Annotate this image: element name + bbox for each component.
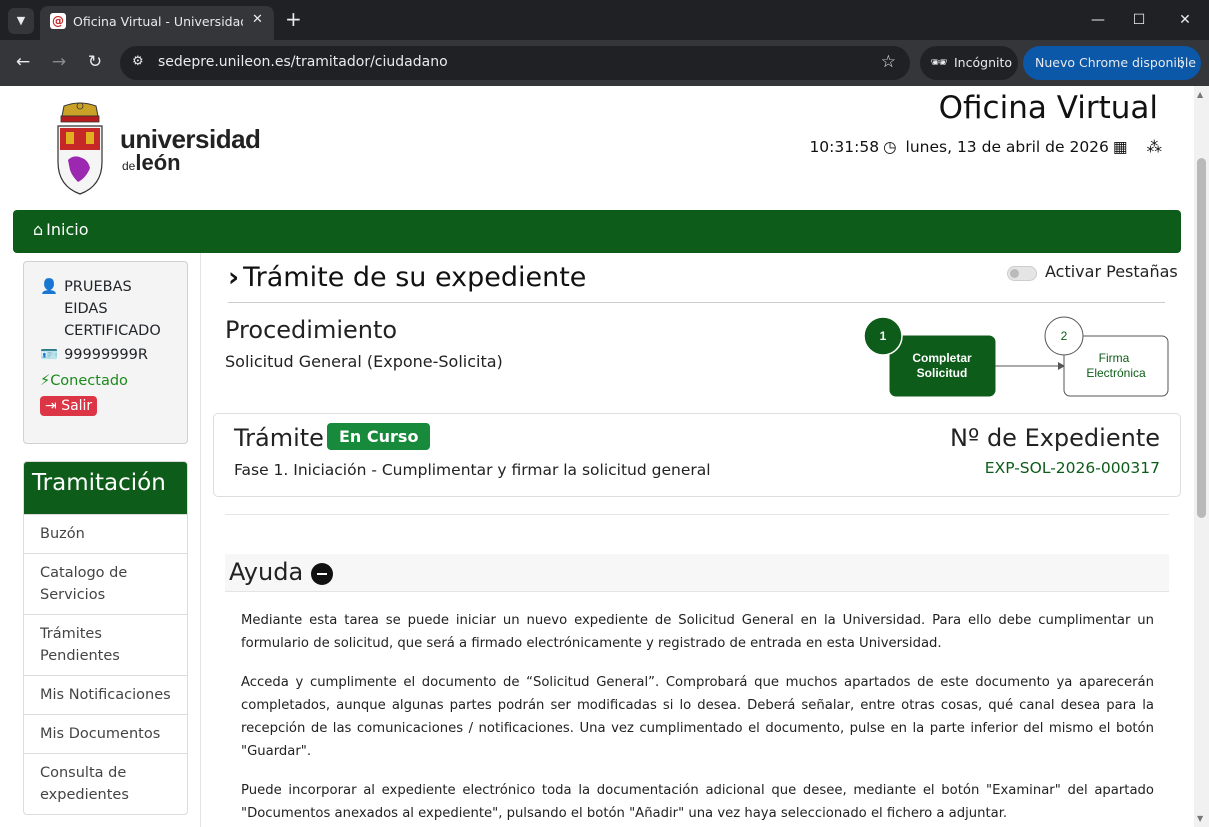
process-stepper: 1 Completar Solicitud 2 Firma Electrónic…	[863, 316, 1169, 397]
chrome-update-button[interactable]: Nuevo Chrome disponible ⋮	[1023, 46, 1201, 80]
title-divider	[228, 302, 1165, 303]
maximize-icon[interactable]: ☐	[1124, 8, 1154, 32]
nav-home-label: Inicio	[46, 220, 89, 239]
plug-icon: ⚡	[40, 373, 51, 389]
sidebar-item-consulta-expedientes[interactable]: Consulta de expedientes	[24, 753, 187, 814]
user-id-number: 99999999R	[64, 347, 148, 363]
site-favicon-icon: @	[50, 13, 66, 29]
help-header[interactable]: Ayuda	[225, 554, 1169, 592]
logout-icon: ⇥	[45, 398, 57, 414]
sitemap-icon[interactable]: ⁂	[1147, 138, 1163, 156]
status-badge: En Curso	[327, 423, 431, 450]
url-text[interactable]: sedepre.unileon.es/tramitador/ciudadano	[158, 54, 448, 70]
step-2-label-line2: Electrónica	[1086, 366, 1146, 380]
current-date: lunes, 13 de abril de 2026	[905, 138, 1109, 156]
sidebar-item-documentos[interactable]: Mis Documentos	[24, 714, 187, 753]
sidebar-item-buzon[interactable]: Buzón	[24, 514, 187, 553]
scroll-up-icon[interactable]: ▲	[1197, 90, 1203, 99]
site-settings-icon[interactable]: ⚙	[132, 54, 144, 69]
tramite-phase: Fase 1. Iniciación - Cumplimentar y firm…	[234, 461, 711, 479]
user-name: PRUEBAS EIDAS CERTIFICADO	[64, 279, 161, 339]
section-divider	[225, 514, 1169, 515]
page-scrollbar[interactable]: ▲ ▼	[1194, 86, 1209, 827]
content-divider	[200, 253, 201, 827]
minimize-icon[interactable]: —	[1083, 8, 1113, 32]
clock-time: 10:31:58	[809, 138, 880, 156]
procedure-label: Procedimiento	[225, 316, 398, 344]
calendar-icon: ▦	[1112, 138, 1128, 156]
expediente-number: EXP-SOL-2026-000317	[984, 459, 1160, 477]
browser-tabbar: ▼ @ Oficina Virtual - Universidad de Leó…	[0, 0, 1209, 40]
address-bar[interactable]: ⚙ sedepre.unileon.es/tramitador/ciudadan…	[120, 46, 910, 80]
back-arrow-icon[interactable]: ←	[12, 52, 34, 72]
logout-button[interactable]: ⇥ Salir	[40, 396, 98, 416]
help-paragraph: Puede incorporar al expediente electróni…	[241, 783, 1154, 821]
help-paragraph: Mediante esta tarea se puede iniciar un …	[241, 613, 1154, 651]
browser-tab[interactable]: @ Oficina Virtual - Universidad de León …	[40, 6, 274, 40]
sidebar-item-notificaciones[interactable]: Mis Notificaciones	[24, 675, 187, 714]
step-1-number: 1	[880, 329, 887, 343]
scroll-thumb[interactable]	[1197, 158, 1206, 518]
sidebar-item-catalogo[interactable]: Catalogo de Servicios	[24, 553, 187, 614]
tab-search-chevron-icon[interactable]: ▼	[8, 8, 34, 34]
tabs-toggle-label[interactable]: Activar Pestañas	[1045, 262, 1178, 281]
incognito-indicator[interactable]: 🕶 Incógnito	[920, 46, 1018, 80]
logo-text-leon: deleón	[122, 150, 181, 175]
web-page: universidad deleón Oficina Virtual 10:31…	[0, 86, 1194, 827]
tabs-toggle-switch[interactable]	[1007, 266, 1037, 281]
step-1-label-line1: Completar	[912, 351, 972, 365]
sidebar-item-tramites-pendientes[interactable]: Trámites Pendientes	[24, 614, 187, 675]
main-navbar: ⌂ Inicio	[13, 210, 1181, 253]
scroll-down-icon[interactable]: ▼	[1197, 814, 1203, 823]
home-icon: ⌂	[33, 220, 44, 239]
bookmark-star-icon[interactable]: ☆	[881, 52, 896, 72]
step-1-label-line2: Solicitud	[917, 366, 968, 380]
nav-home-link[interactable]: ⌂ Inicio	[33, 220, 89, 239]
expediente-label: Nº de Expediente	[950, 424, 1160, 452]
incognito-label: Incógnito	[954, 55, 1013, 70]
help-title: Ayuda	[229, 558, 304, 586]
procedure-value: Solicitud General (Expone-Solicita)	[225, 352, 503, 371]
user-icon: 👤	[40, 279, 59, 295]
help-paragraph: Acceda y cumplimente el documento de “So…	[241, 675, 1154, 759]
user-card: 👤 PRUEBAS EIDAS CERTIFICADO 🪪 99999999R …	[23, 261, 188, 444]
chevron-right-icon: ›	[228, 262, 240, 293]
date-time: 10:31:58 ◷ lunes, 13 de abril de 2026 ▦ ⁂	[805, 138, 1162, 156]
university-shield-logo	[57, 102, 103, 195]
clock-icon: ◷	[883, 138, 897, 156]
site-title: Oficina Virtual	[938, 90, 1158, 126]
tab-title: Oficina Virtual - Universidad de León	[73, 14, 243, 29]
forward-arrow-icon[interactable]: →	[48, 52, 70, 72]
browser-toolbar: ← → ↻ ⚙ sedepre.unileon.es/tramitador/ci…	[0, 40, 1209, 86]
update-label: Nuevo Chrome disponible	[1035, 55, 1196, 70]
sidebar-menu: Tramitación Buzón Catalogo de Servicios …	[23, 461, 188, 815]
help-text: Mediante esta tarea se puede iniciar un …	[241, 609, 1154, 827]
incognito-icon: 🕶	[930, 55, 948, 71]
id-card-icon: 🪪	[40, 347, 59, 363]
reload-icon[interactable]: ↻	[84, 52, 106, 72]
tramite-label: Trámite	[234, 424, 324, 452]
step-2-number: 2	[1061, 329, 1068, 343]
kebab-menu-icon[interactable]: ⋮	[1175, 46, 1189, 80]
collapse-minus-icon[interactable]	[311, 563, 333, 585]
sidebar-title: Tramitación	[24, 462, 187, 514]
tramite-card: Trámite En Curso Fase 1. Iniciación - Cu…	[213, 413, 1181, 497]
tab-close-icon[interactable]: ✕	[252, 12, 263, 27]
connection-status: ⚡Conectado	[40, 373, 128, 389]
close-window-icon[interactable]: ✕	[1170, 8, 1200, 32]
step-2-label-line1: Firma	[1099, 351, 1130, 365]
new-tab-icon[interactable]: +	[285, 7, 302, 31]
page-title: › Trámite de su expediente	[228, 262, 587, 293]
